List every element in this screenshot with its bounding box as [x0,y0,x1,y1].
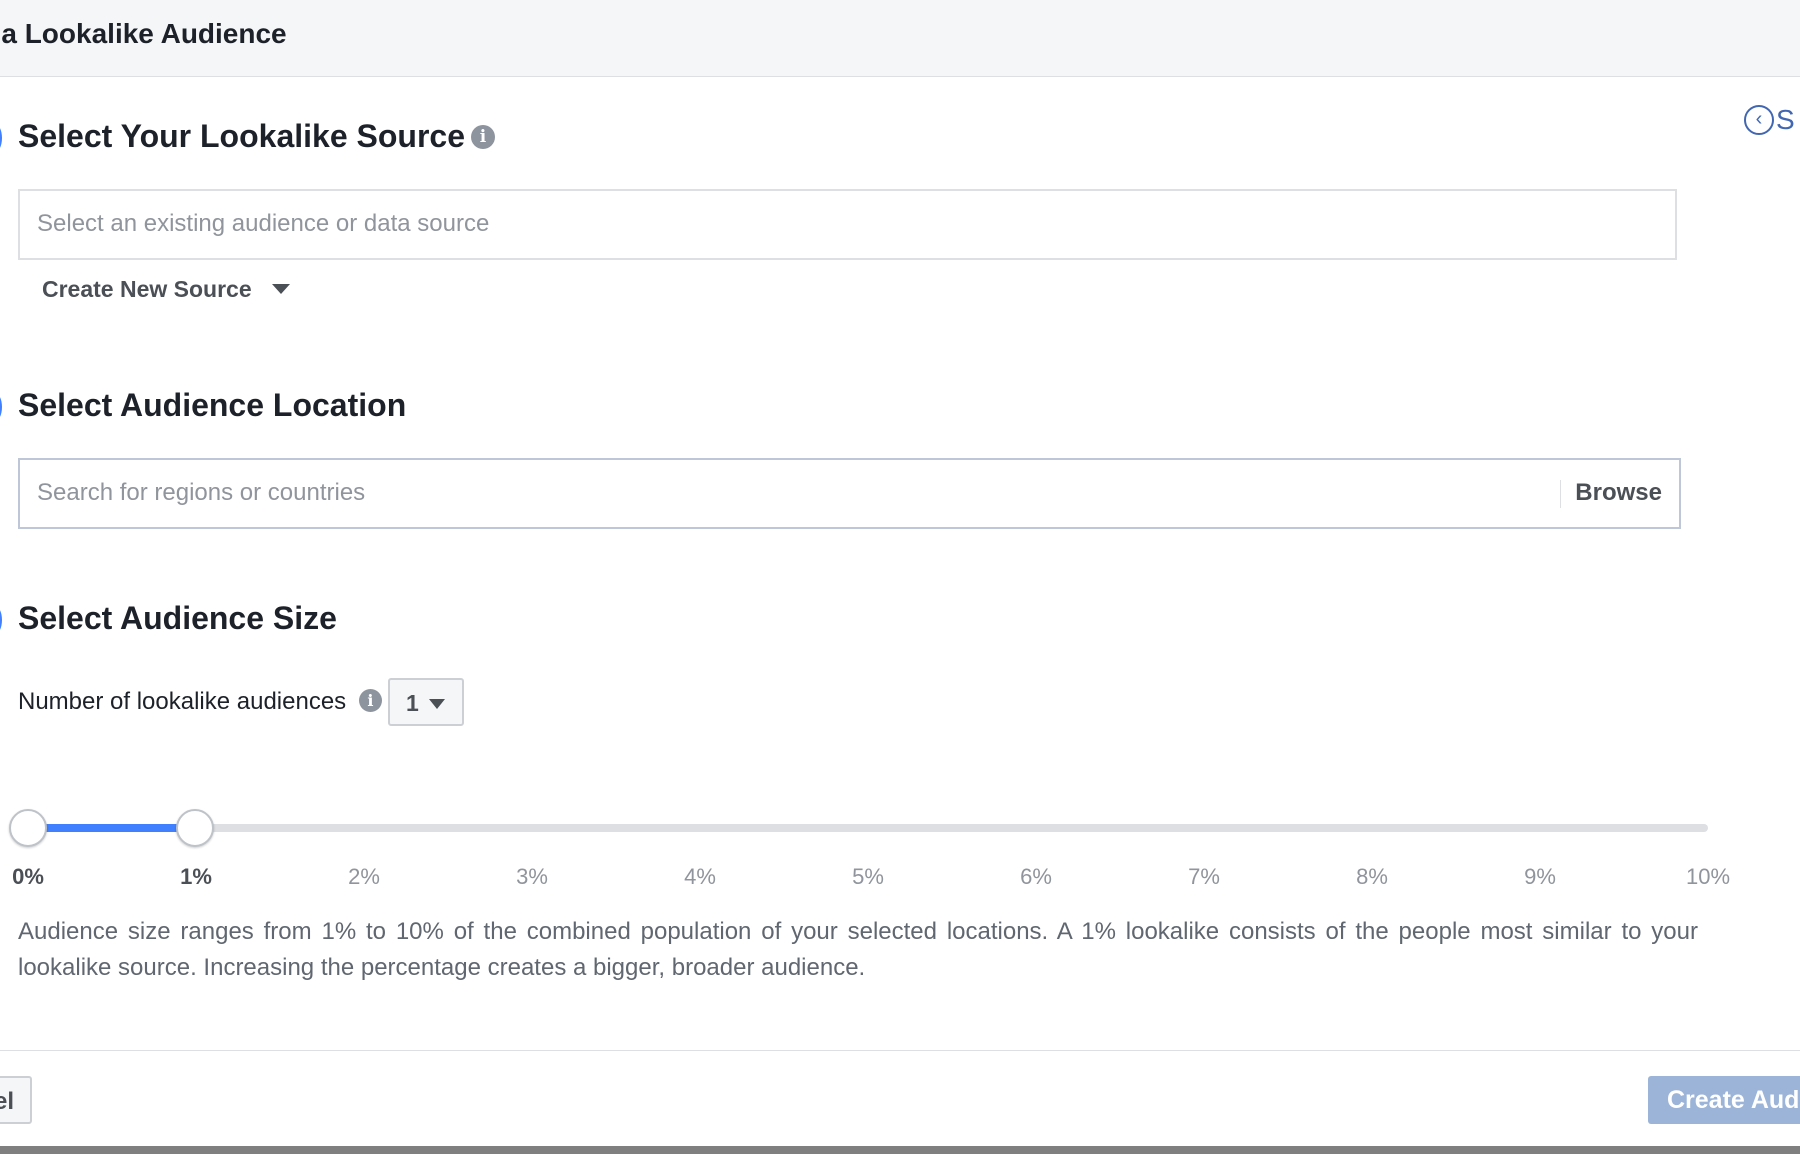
audience-location-placeholder: Search for regions or countries [37,479,366,506]
slider-tick-label: 6% [1020,864,1052,889]
chevron-down-icon [429,699,445,709]
slider-tick-label: 0% [12,864,44,889]
slider-tick-label: 8% [1356,864,1388,889]
slider-tick-label: 9% [1524,864,1556,889]
footer-divider [0,1050,1800,1051]
lookalike-source-input[interactable]: Select an existing audience or data sour… [18,189,1677,260]
slider-tick-label: 4% [684,864,716,889]
create-audience-button[interactable]: Create Audi [1648,1076,1800,1124]
browse-divider [1560,480,1561,508]
audience-size-slider-range [28,824,195,832]
section-title-location: Select Audience Location [18,387,407,423]
side-panel-toggle[interactable]: ‹ S [1744,104,1795,136]
audience-location-search[interactable]: Search for regions or countries Browse [18,458,1681,529]
section-title-size: Select Audience Size [18,600,337,636]
browse-button[interactable]: Browse [1575,479,1662,507]
slider-tick-label: 7% [1188,864,1220,889]
create-new-source-label: Create New Source [42,276,252,302]
number-of-audiences-label: Number of lookalike audiences i [18,688,382,716]
window-bottom-edge [0,1146,1800,1154]
create-new-source-button[interactable]: Create New Source [42,276,290,303]
number-of-audiences-select[interactable]: 1 [388,678,464,726]
slider-tick-label: 3% [516,864,548,889]
slider-tick-label: 5% [852,864,884,889]
info-icon[interactable]: i [358,689,382,713]
dialog-header: e a Lookalike Audience [0,0,1800,77]
lookalike-source-placeholder: Select an existing audience or data sour… [37,210,490,237]
chevron-left-circle-icon: ‹ [1744,105,1774,135]
slider-handle-start[interactable] [9,809,47,847]
number-of-audiences-value: 1 [406,690,419,716]
chevron-down-icon [271,283,290,294]
cancel-button-label: el [0,1088,14,1115]
step-indicator-source [0,123,2,153]
info-icon[interactable]: i [470,124,495,149]
section-title-source: Select Your Lookalike Source i [18,118,495,155]
section-title-source-text: Select Your Lookalike Source [18,118,465,154]
dialog-title: e a Lookalike Audience [0,18,287,49]
step-indicator-location [0,392,2,422]
slider-handle-end[interactable] [176,809,214,847]
number-of-audiences-text: Number of lookalike audiences [18,688,347,715]
audience-size-description: Audience size ranges from 1% to 10% of t… [18,918,1698,981]
slider-tick-label: 2% [348,864,380,889]
slider-tick-label: 10% [1685,864,1731,889]
create-audience-button-label: Create Audi [1667,1086,1800,1114]
cancel-button[interactable]: el [0,1076,32,1124]
step-indicator-size [0,605,2,635]
side-panel-toggle-label: S [1776,104,1795,135]
slider-tick-label: 1% [180,864,212,889]
audience-size-slider-track[interactable] [28,824,1708,832]
